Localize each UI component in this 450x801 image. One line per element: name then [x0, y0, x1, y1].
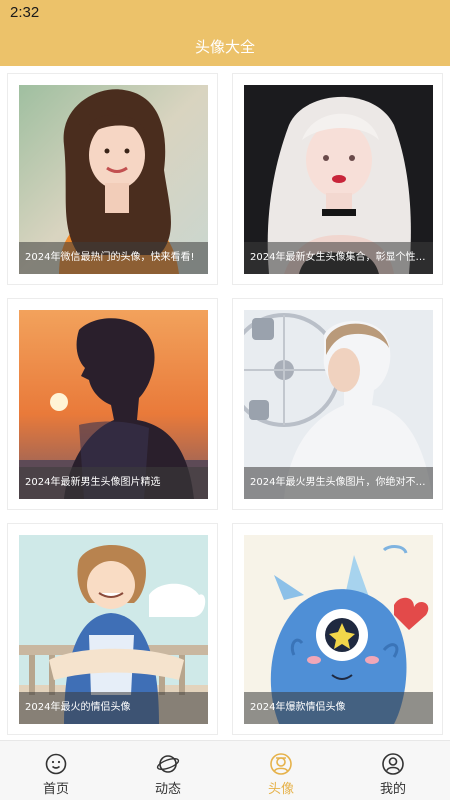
category-card[interactable]: 2024年最新女生头像集合，彰显个性与… — [232, 73, 443, 285]
category-card[interactable]: 2024年爆款情侣头像 — [232, 523, 443, 735]
tab-label: 首页 — [42, 782, 69, 797]
card-image-boy-ferris-wheel: 2024年最火男生头像图片，你绝对不能… — [244, 310, 433, 499]
card-caption: 2024年最新女生头像集合，彰显个性与… — [244, 242, 433, 274]
card-caption: 2024年爆款情侣头像 — [244, 692, 433, 724]
card-image-girl-brown-hair: 2024年微信最热门的头像，快来看看! — [19, 85, 208, 274]
bottom-tab-bar: 首页 动态 头像 我的 — [0, 740, 450, 800]
tab-label: 我的 — [379, 782, 406, 797]
card-image-boy-sunset: 2024年最新男生头像图片精选 — [19, 310, 208, 499]
tab-avatar[interactable]: 头像 — [225, 741, 337, 801]
tab-home[interactable]: 首页 — [0, 741, 112, 801]
card-caption: 2024年最新男生头像图片精选 — [19, 467, 208, 499]
card-caption: 2024年最火男生头像图片，你绝对不能… — [244, 467, 433, 499]
card-image-blue-monster: 2024年爆款情侣头像 — [244, 535, 433, 724]
category-card[interactable]: 2024年最火的情侣头像 — [7, 523, 218, 735]
planet-icon — [156, 752, 180, 776]
tab-label: 头像 — [267, 782, 294, 797]
avatar-category-grid: 2024年微信最热门的头像，快来看看! 2024年最新女生头像集合，彰显个性与… — [0, 66, 450, 740]
card-caption: 2024年最火的情侣头像 — [19, 692, 208, 724]
user-icon — [381, 752, 405, 776]
card-image-girl-white-hair: 2024年最新女生头像集合，彰显个性与… — [244, 85, 433, 274]
home-face-icon — [44, 752, 68, 776]
category-card[interactable]: 2024年最火男生头像图片，你绝对不能… — [232, 298, 443, 510]
category-card[interactable]: 2024年最新男生头像图片精选 — [7, 298, 218, 510]
card-caption: 2024年微信最热门的头像，快来看看! — [19, 242, 208, 274]
tab-moments[interactable]: 动态 — [112, 741, 224, 801]
tab-label: 动态 — [154, 782, 181, 797]
page-title: 头像大全 — [194, 38, 255, 56]
app-header: 2:32 头像大全 — [0, 0, 450, 66]
tab-profile[interactable]: 我的 — [337, 741, 449, 801]
status-bar-time: 2:32 — [10, 4, 40, 21]
avatar-icon — [269, 752, 293, 776]
card-image-cartoon-boy: 2024年最火的情侣头像 — [19, 535, 208, 724]
category-card[interactable]: 2024年微信最热门的头像，快来看看! — [7, 73, 218, 285]
